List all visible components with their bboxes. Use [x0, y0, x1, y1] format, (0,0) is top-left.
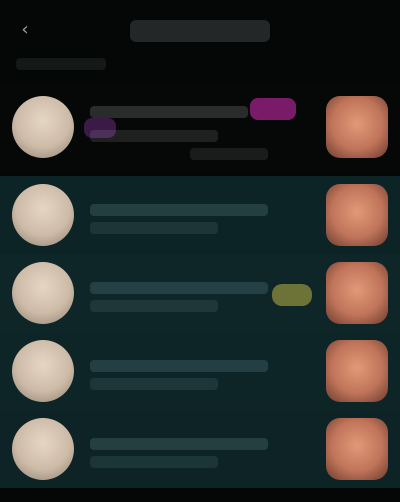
list-item-meta: [190, 148, 268, 160]
thumbnail[interactable]: [326, 340, 388, 402]
avatar: [12, 262, 74, 324]
list-item-title: [90, 438, 268, 450]
list-item[interactable]: [0, 332, 400, 410]
chevron-left-icon[interactable]: ‹: [14, 18, 36, 40]
list-item-subtitle: [90, 130, 218, 142]
list-item[interactable]: [0, 176, 400, 254]
list-item-title: [90, 106, 248, 118]
thumbnail[interactable]: [326, 96, 388, 158]
avatar: [12, 418, 74, 480]
list-item-subtitle: [90, 378, 218, 390]
list-item-text: [90, 332, 300, 410]
list-item-subtitle: [90, 300, 218, 312]
list-item[interactable]: [0, 410, 400, 488]
list-item-subtitle: [90, 222, 218, 234]
list-item-title: [90, 282, 268, 294]
list-item-title: [90, 204, 268, 216]
page-title: [130, 20, 270, 42]
thumbnail[interactable]: [326, 184, 388, 246]
list-item-title: [90, 360, 268, 372]
featured-list-item[interactable]: [0, 84, 400, 170]
list-item-text: [90, 84, 300, 170]
list-item-subtitle: [90, 456, 218, 468]
section-label: [16, 58, 106, 70]
list-item-text: [90, 176, 300, 254]
list-item[interactable]: [0, 254, 400, 332]
avatar: [12, 340, 74, 402]
list-item-text: [90, 410, 300, 488]
avatar: [12, 96, 74, 158]
list-item-text: [90, 254, 300, 332]
top-bar: ‹: [0, 0, 400, 70]
thumbnail[interactable]: [326, 418, 388, 480]
status-badge: [272, 284, 312, 306]
avatar: [12, 184, 74, 246]
status-badge: [250, 98, 296, 120]
thumbnail[interactable]: [326, 262, 388, 324]
